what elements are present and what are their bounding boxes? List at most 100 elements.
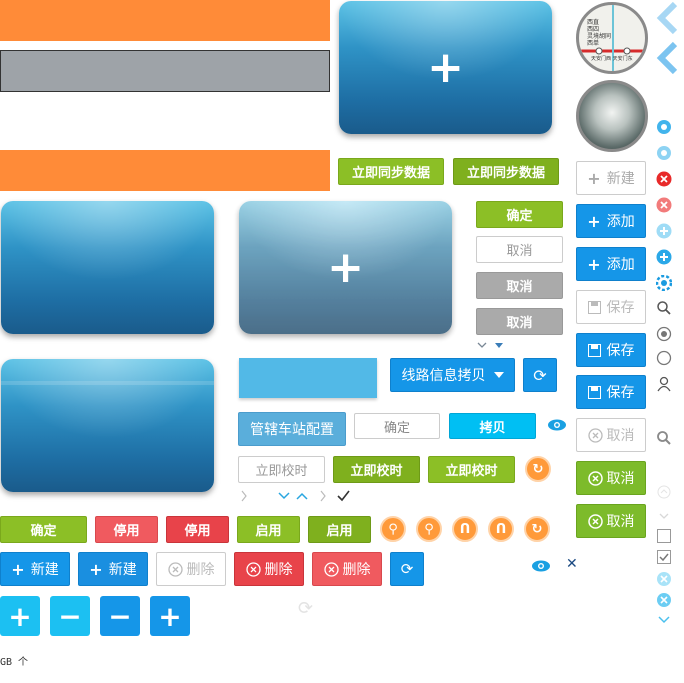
eye-icon-small[interactable] bbox=[531, 558, 551, 572]
station-config-button[interactable]: 管辖车站配置 bbox=[238, 412, 346, 446]
chevron-up-faint-icon[interactable] bbox=[656, 484, 672, 500]
save-button-outline[interactable]: 保存 bbox=[576, 290, 646, 324]
confirm-button-outline[interactable]: 确定 bbox=[354, 413, 440, 439]
plus-icon: + bbox=[587, 168, 601, 188]
eye-icon[interactable] bbox=[547, 417, 567, 433]
chevron-left-icons[interactable] bbox=[655, 1, 679, 75]
close-circle-cyan-light-icon[interactable] bbox=[656, 571, 672, 587]
refresh-icon-faded[interactable]: ⟳ bbox=[298, 600, 318, 618]
floppy-disk-icon bbox=[587, 385, 601, 399]
route-info-copy-dropdown[interactable]: 线路信息拷贝 bbox=[390, 358, 515, 392]
station-photo-avatar[interactable] bbox=[576, 80, 648, 152]
refresh-icon: ⟳ bbox=[533, 365, 547, 385]
confirm-button[interactable]: 确定 bbox=[476, 201, 563, 228]
plus-icon: + bbox=[427, 41, 464, 93]
search-icon-gray[interactable] bbox=[656, 430, 672, 446]
sync-data-button[interactable]: 立即同步数据 bbox=[338, 158, 444, 185]
delete-button-alt[interactable]: 删除 bbox=[312, 552, 382, 586]
gear-icon-light[interactable] bbox=[656, 145, 672, 161]
close-circle-icon bbox=[587, 513, 603, 529]
cancel-button-gray[interactable]: 取消 bbox=[476, 272, 563, 299]
close-circle-icon bbox=[245, 561, 261, 577]
save-button-alt[interactable]: 保存 bbox=[576, 375, 646, 409]
add-button-alt[interactable]: + 添加 bbox=[576, 247, 646, 281]
new-button[interactable]: + 新建 bbox=[0, 552, 70, 586]
checkbox-checked[interactable] bbox=[656, 549, 672, 565]
refresh-icon: ⟳ bbox=[400, 560, 414, 578]
blue-placeholder-block bbox=[239, 358, 377, 398]
disable-button-alt[interactable]: 停用 bbox=[166, 516, 229, 543]
gray-text-field[interactable] bbox=[0, 50, 330, 92]
floppy-disk-icon bbox=[587, 300, 601, 314]
chevron-down-faint-icon[interactable] bbox=[656, 508, 672, 524]
sync-orange-icon[interactable]: ↻ bbox=[525, 456, 551, 482]
confirm-button-bottom[interactable]: 确定 bbox=[0, 516, 87, 543]
plus-icon: + bbox=[327, 241, 364, 293]
cancel-button-gray-2[interactable]: 取消 bbox=[476, 308, 563, 335]
search-icon[interactable] bbox=[656, 300, 672, 316]
orange-icon-2[interactable]: ⚲ bbox=[416, 516, 442, 542]
cancel-button-green[interactable]: 取消 bbox=[576, 461, 646, 495]
footer-text: GB 个 bbox=[0, 657, 29, 668]
plus-circle-light-icon[interactable] bbox=[656, 223, 672, 239]
plus-icon: + bbox=[89, 559, 103, 579]
minus-square-button[interactable]: − bbox=[50, 596, 90, 636]
cancel-button-green-alt[interactable]: 取消 bbox=[576, 504, 646, 538]
chevron-down-icons[interactable] bbox=[477, 340, 507, 352]
new-button-outline[interactable]: + 新建 bbox=[576, 161, 646, 195]
refresh-button-small[interactable]: ⟳ bbox=[390, 552, 424, 586]
checkbox-empty[interactable] bbox=[656, 528, 672, 544]
new-button-alt[interactable]: + 新建 bbox=[78, 552, 148, 586]
image-card-striped bbox=[1, 359, 214, 492]
add-button[interactable]: + 添加 bbox=[576, 204, 646, 238]
plus-icon: + bbox=[587, 254, 601, 274]
user-icon[interactable] bbox=[656, 376, 672, 392]
cancel-button-outline-right[interactable]: 取消 bbox=[576, 418, 646, 452]
add-card-faded[interactable]: + bbox=[239, 201, 452, 334]
plus-icon: + bbox=[11, 559, 25, 579]
copy-button[interactable]: 拷贝 bbox=[449, 413, 536, 439]
close-circle-icon bbox=[323, 561, 339, 577]
radio-selected-icon[interactable] bbox=[656, 326, 672, 342]
close-circle-icon bbox=[587, 470, 603, 486]
sync-data-button-alt[interactable]: 立即同步数据 bbox=[453, 158, 559, 185]
delete-button-outline[interactable]: 删除 bbox=[156, 552, 226, 586]
calibrate-time-button[interactable]: 立即校时 bbox=[333, 456, 420, 483]
save-button[interactable]: 保存 bbox=[576, 333, 646, 367]
calibrate-time-button-alt[interactable]: 立即校时 bbox=[428, 456, 515, 483]
settings-icon[interactable] bbox=[656, 275, 672, 291]
orange-banner-top bbox=[0, 0, 330, 41]
chevron-icons-row[interactable] bbox=[239, 488, 359, 504]
close-circle-icon bbox=[167, 561, 183, 577]
minus-square-button-alt[interactable]: − bbox=[100, 596, 140, 636]
close-circle-red-icon[interactable] bbox=[656, 171, 672, 187]
gear-icon[interactable] bbox=[656, 119, 672, 135]
orange-icon-5[interactable]: ↻ bbox=[524, 516, 550, 542]
disable-button[interactable]: 停用 bbox=[95, 516, 158, 543]
plus-circle-icon[interactable] bbox=[656, 249, 672, 265]
caret-down-icon bbox=[493, 372, 504, 378]
plus-square-button-alt[interactable]: + bbox=[150, 596, 190, 636]
enable-button-alt[interactable]: 启用 bbox=[308, 516, 371, 543]
floppy-disk-icon bbox=[587, 343, 601, 357]
close-circle-icon bbox=[587, 427, 603, 443]
radio-empty-icon[interactable] bbox=[656, 350, 672, 366]
metro-map-avatar[interactable]: 西直 西四 灵境胡同 西单 天安门西 天安门东 bbox=[576, 2, 648, 74]
image-card-left bbox=[1, 201, 214, 334]
add-card-top[interactable]: + bbox=[339, 1, 552, 134]
cancel-button-outline[interactable]: 取消 bbox=[476, 236, 563, 263]
delete-button[interactable]: 删除 bbox=[234, 552, 304, 586]
calibrate-time-button-outline[interactable]: 立即校时 bbox=[238, 456, 325, 483]
orange-icon-1[interactable]: ⚲ bbox=[380, 516, 406, 542]
close-circle-cyan-icon[interactable] bbox=[656, 592, 672, 608]
plus-square-button[interactable]: + bbox=[0, 596, 40, 636]
close-circle-light-red-icon[interactable] bbox=[656, 197, 672, 213]
chevron-down-cyan-icon[interactable] bbox=[656, 612, 672, 628]
enable-button[interactable]: 启用 bbox=[237, 516, 300, 543]
orange-icon-3[interactable]: ᑎ bbox=[452, 516, 478, 542]
close-icon[interactable]: ✕ bbox=[566, 557, 580, 571]
refresh-button[interactable]: ⟳ bbox=[523, 358, 557, 392]
orange-banner-bottom bbox=[0, 150, 330, 191]
orange-icon-4[interactable]: ᑎ bbox=[488, 516, 514, 542]
plus-icon: + bbox=[587, 211, 601, 231]
